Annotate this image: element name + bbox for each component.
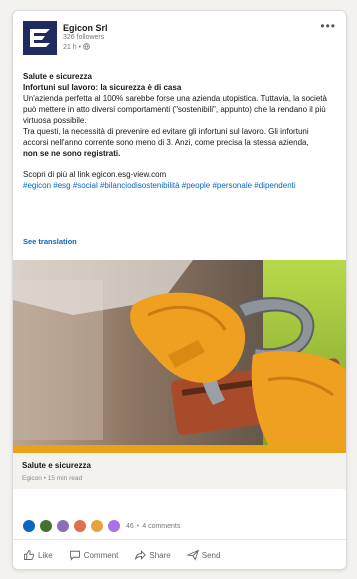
post-subtitle: Infortuni sul lavoro: la sicurezza è di … xyxy=(23,83,182,92)
author-name[interactable]: Egicon Srl xyxy=(63,23,108,33)
thumbs-up-icon xyxy=(24,550,35,560)
post-image[interactable] xyxy=(13,260,346,453)
like-button[interactable]: Like xyxy=(23,549,53,561)
action-bar: Like Comment Share Send xyxy=(13,539,346,569)
post-paragraph-2: Tra questi, la necessità di prevenire ed… xyxy=(23,126,336,159)
share-label: Share xyxy=(149,550,171,560)
post-link[interactable]: Scopri di più al link egicon.esg-view.co… xyxy=(23,169,336,180)
globe-icon xyxy=(83,43,90,50)
post-paragraph-2-strong: non se ne sono registrati. xyxy=(23,149,121,158)
send-icon xyxy=(186,549,199,561)
insightful-reaction-icon xyxy=(90,519,104,533)
follower-count: 326 followers xyxy=(63,34,105,41)
reaction-count[interactable]: 46 xyxy=(126,523,134,530)
like-label: Like xyxy=(38,550,53,560)
reactions-bar[interactable]: 46 • 4 comments xyxy=(22,519,180,533)
post-card: Egicon Srl 326 followers 21 h • ••• Salu… xyxy=(12,10,347,570)
like-reaction-icon xyxy=(22,519,36,533)
share-icon xyxy=(135,550,147,561)
post-header: Egicon Srl 326 followers 21 h • ••• xyxy=(23,19,336,61)
post-text: Salute e sicurezza Infortuni sul lavoro:… xyxy=(23,71,336,191)
funny-reaction-icon xyxy=(107,519,121,533)
post-meta: 21 h • xyxy=(63,43,90,51)
comment-button[interactable]: Comment xyxy=(69,549,119,561)
company-logo[interactable] xyxy=(23,21,57,55)
love-reaction-icon xyxy=(73,519,87,533)
post-time: 21 h • xyxy=(63,44,83,51)
ellipsis-icon[interactable]: ••• xyxy=(320,19,336,33)
send-label: Send xyxy=(201,550,221,560)
article-preview[interactable]: Salute e sicurezza Egicon • 15 min read xyxy=(13,453,346,489)
article-title[interactable]: Salute e sicurezza xyxy=(22,461,91,470)
share-button[interactable]: Share xyxy=(134,549,171,561)
celebrate-reaction-icon xyxy=(39,519,53,533)
comment-icon xyxy=(69,550,80,561)
send-button[interactable]: Send xyxy=(186,549,221,561)
separator-dot: • xyxy=(136,522,140,530)
post-hashtags[interactable]: #egicon #esg #social #bilanciodisostenib… xyxy=(23,180,336,191)
post-title: Salute e sicurezza xyxy=(23,72,92,81)
comment-label: Comment xyxy=(83,550,119,560)
comment-count[interactable]: 4 comments xyxy=(142,523,180,530)
see-translation-link[interactable]: See translation xyxy=(23,237,77,246)
support-reaction-icon xyxy=(56,519,70,533)
post-paragraph-1: Un'azienda perfetta al 100% sarebbe fors… xyxy=(23,94,327,125)
post-paragraph-2-text: Tra questi, la necessità di prevenire ed… xyxy=(23,127,309,147)
article-subtitle: Egicon • 15 min read xyxy=(22,475,83,482)
